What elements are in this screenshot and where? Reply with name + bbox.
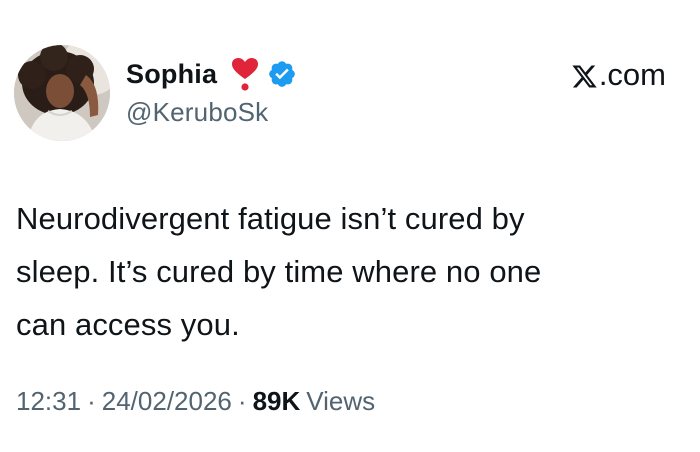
tweet-date[interactable]: 24/02/2026 [102, 386, 232, 417]
heart-exclamation-icon [231, 57, 259, 91]
tweet-meta: 12:31 · 24/02/2026 · 89K Views [16, 386, 375, 417]
views-count: 89K [252, 386, 301, 416]
meta-separator: · [87, 386, 96, 416]
tweet-time[interactable]: 12:31 [16, 386, 81, 417]
meta-separator: · [237, 386, 247, 416]
tweet-card: Sophia @KeruboSk .com Neurodivergent fat… [0, 0, 700, 452]
site-label: .com [571, 57, 666, 93]
verified-badge-icon [267, 59, 297, 89]
display-name[interactable]: Sophia [126, 59, 217, 90]
x-logo-icon [571, 62, 598, 89]
author-name-row: Sophia [126, 56, 297, 92]
author-handle[interactable]: @KeruboSk [126, 97, 268, 128]
views-label: Views [306, 386, 376, 416]
avatar-image [14, 45, 110, 141]
avatar[interactable] [14, 45, 110, 141]
tweet-text: Neurodivergent fatigue isn’t cured by sl… [16, 201, 542, 342]
site-label-text: .com [598, 57, 666, 92]
